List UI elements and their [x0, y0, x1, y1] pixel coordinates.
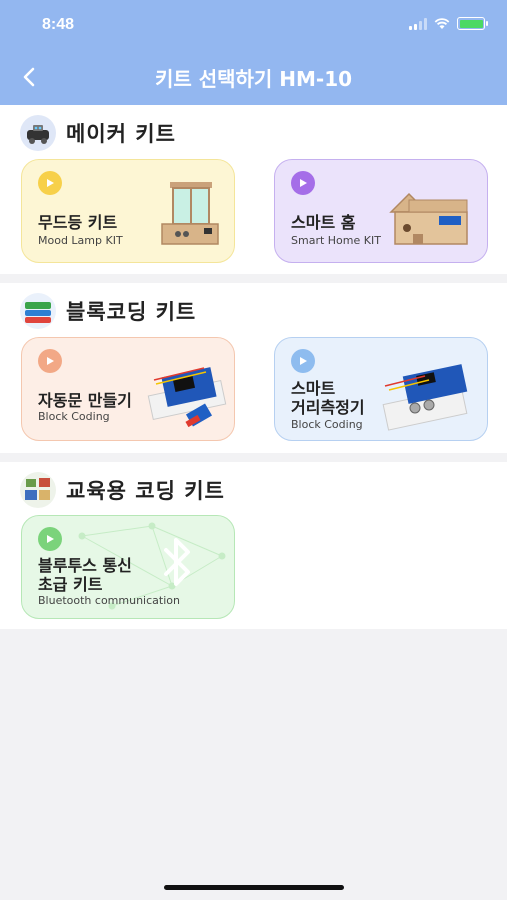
- battery-icon: [457, 17, 488, 30]
- card-title: 무드등 키트: [38, 213, 118, 232]
- section-title: 메이커 키트: [66, 122, 176, 146]
- card-subtitle: Block Coding: [291, 418, 363, 431]
- card-title: 스마트: [291, 379, 336, 398]
- card-title-line2: 초급 키트: [38, 575, 103, 594]
- smart-home-icon: [389, 192, 468, 245]
- status-time: 8:48: [42, 16, 75, 33]
- page-title: 키트 선택하기 HM-10: [154, 67, 353, 91]
- status-icons: [409, 17, 488, 30]
- card-smart-home[interactable]: 스마트 홈 Smart Home KIT: [274, 159, 488, 263]
- header-bar: 8:48 키트 선택하기 HM-10: [0, 0, 507, 105]
- card-subtitle: Mood Lamp KIT: [38, 234, 123, 247]
- card-distance-meter[interactable]: 스마트 거리측정기 Block Coding: [274, 337, 488, 441]
- mood-lamp-icon: [161, 182, 219, 245]
- card-auto-door[interactable]: 자동문 만들기 Block Coding: [21, 337, 235, 441]
- block-coding-icon: [20, 293, 56, 329]
- section-header: 메이커 키트: [20, 115, 176, 151]
- distance-sensor-icon: [382, 364, 468, 431]
- auto-door-icon: [147, 367, 227, 428]
- card-title-line2: 거리측정기: [291, 398, 365, 417]
- card-title: 자동문 만들기: [38, 391, 132, 410]
- section-header: 블록코딩 키트: [20, 293, 196, 329]
- section-header: 교육용 코딩 키트: [20, 472, 225, 508]
- bluetooth-icon: [164, 538, 190, 586]
- play-icon: [291, 349, 315, 373]
- play-icon: [291, 171, 315, 195]
- play-icon: [38, 171, 62, 195]
- section-maker-kit: 메이커 키트 무드등 키트 Mood Lamp KIT 스마트 홈 Smart …: [0, 105, 507, 274]
- maker-kit-icon: [20, 115, 56, 151]
- home-indicator: [164, 885, 344, 890]
- education-kit-icon: [20, 472, 56, 508]
- section-title: 교육용 코딩 키트: [66, 479, 225, 503]
- card-bluetooth-kit[interactable]: 블루투스 통신 초급 키트 Bluetooth communication: [21, 515, 235, 619]
- card-mood-lamp[interactable]: 무드등 키트 Mood Lamp KIT: [21, 159, 235, 263]
- wifi-icon: [434, 17, 450, 29]
- play-icon: [38, 349, 62, 373]
- card-title: 스마트 홈: [291, 213, 356, 232]
- section-title: 블록코딩 키트: [66, 300, 197, 324]
- play-icon: [38, 527, 62, 551]
- section-education-kit: 교육용 코딩 키트 블루투스 통신 초급 키트 Bluetooth commun…: [0, 462, 507, 629]
- signal-icon: [409, 17, 427, 30]
- card-subtitle: Smart Home KIT: [291, 234, 381, 247]
- card-subtitle: Bluetooth communication: [38, 594, 180, 607]
- card-subtitle: Block Coding: [38, 410, 110, 423]
- card-title: 블루투스 통신: [38, 556, 132, 575]
- section-block-coding: 블록코딩 키트 자동문 만들기 Block Coding 스마트 거리측정기 B…: [0, 283, 507, 453]
